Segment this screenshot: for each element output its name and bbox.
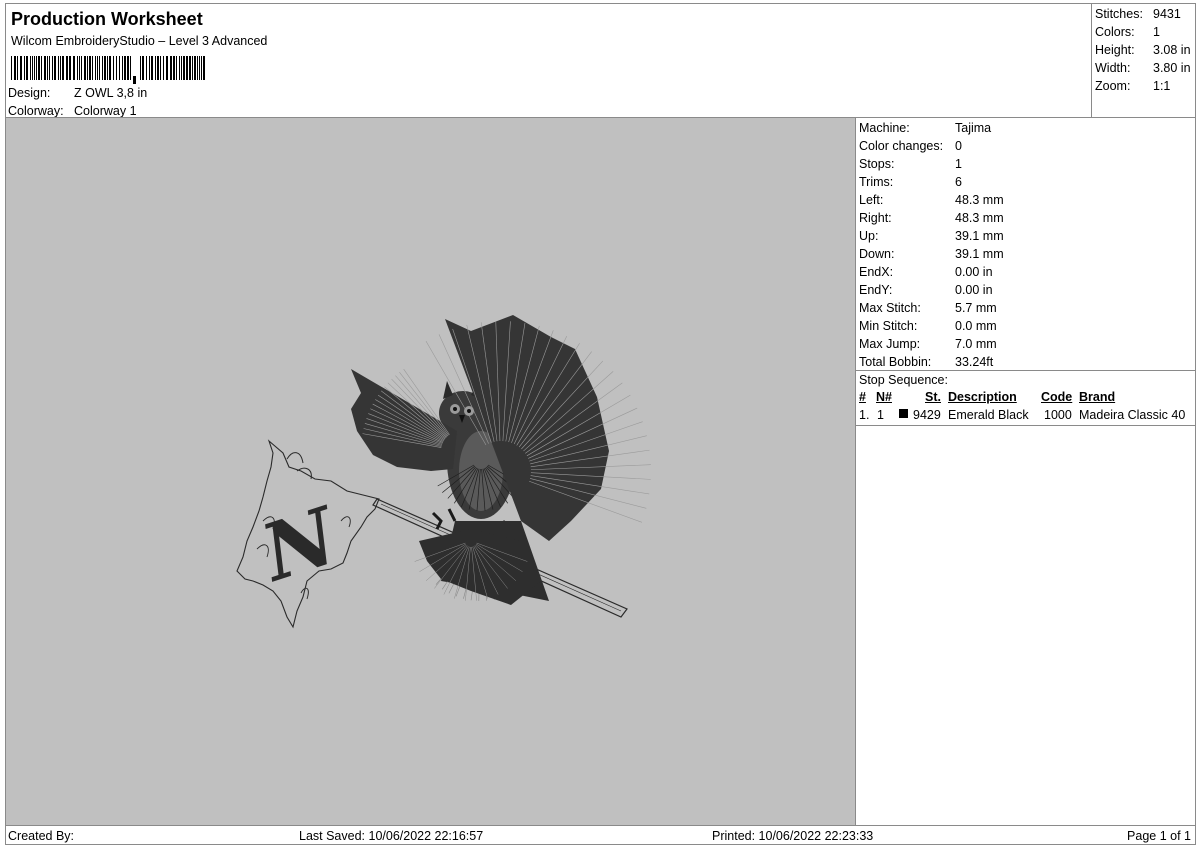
stitches-row: Stitches: 9431	[1095, 7, 1181, 21]
stop-sequence-divider	[856, 370, 1195, 371]
height-label: Height:	[1095, 43, 1135, 57]
worksheet-header: Production Worksheet Wilcom EmbroiderySt…	[5, 3, 1093, 118]
design-preview: N	[5, 117, 856, 826]
stitches-value: 9431	[1153, 7, 1181, 21]
table-bottom-divider	[856, 425, 1195, 426]
detail-row: Min Stitch: 0.0 mm	[859, 317, 997, 335]
width-label: Width:	[1095, 61, 1131, 75]
colors-value: 1	[1153, 25, 1160, 39]
detail-value: 0.00 in	[955, 283, 993, 297]
detail-value: 0	[955, 139, 962, 153]
detail-label: Min Stitch:	[859, 319, 918, 333]
stop-row-stitches: 9429	[913, 408, 941, 422]
zoom-label: Zoom:	[1095, 79, 1131, 93]
detail-row: Max Stitch: 5.7 mm	[859, 299, 997, 317]
page-number: Page 1 of 1	[1127, 829, 1191, 843]
detail-label: Machine:	[859, 121, 910, 135]
detail-row: Total Bobbin: 33.24ft	[859, 353, 993, 371]
design-value: Z OWL 3,8 in	[74, 86, 148, 100]
detail-label: Left:	[859, 193, 884, 207]
detail-value: 1	[955, 157, 962, 171]
detail-row: Stops: 1	[859, 155, 962, 173]
detail-value: 6	[955, 175, 962, 189]
height-row: Height: 3.08 in	[1095, 43, 1191, 57]
thread-color-swatch	[899, 409, 908, 418]
stitches-label: Stitches:	[1095, 7, 1143, 21]
design-label: Design:	[8, 86, 51, 100]
owl-flag-embroidery-design: N	[236, 315, 651, 629]
flag-monogram: N	[249, 490, 350, 600]
detail-row: Machine: Tajima	[859, 119, 991, 137]
colors-row: Colors: 1	[1095, 25, 1160, 39]
zoom-row: Zoom: 1:1	[1095, 79, 1170, 93]
col-header-st: St.	[925, 390, 941, 404]
page-title: Production Worksheet	[11, 9, 203, 29]
col-header-code: Code	[1041, 390, 1073, 404]
last-saved: Last Saved: 10/06/2022 22:16:57	[299, 829, 484, 843]
detail-label: EndY:	[859, 283, 893, 297]
col-header-description: Description	[948, 390, 1017, 404]
stop-row-brand: Madeira Classic 40	[1079, 408, 1186, 422]
software-subtitle: Wilcom EmbroideryStudio – Level 3 Advanc…	[11, 34, 268, 48]
detail-label: Trims:	[859, 175, 894, 189]
detail-row: Trims: 6	[859, 173, 962, 191]
detail-row: Down: 39.1 mm	[859, 245, 1004, 263]
detail-row: Up: 39.1 mm	[859, 227, 1004, 245]
summary-panel: Stitches: 9431 Colors: 1 Height: 3.08 in…	[1091, 3, 1196, 118]
detail-row: Right: 48.3 mm	[859, 209, 1004, 227]
detail-row: EndX: 0.00 in	[859, 263, 993, 281]
detail-value: 39.1 mm	[955, 247, 1004, 261]
colorway-row: Colorway: Colorway 1	[8, 104, 137, 118]
stop-row-code: 1000	[1044, 408, 1072, 422]
detail-row: Color changes: 0	[859, 137, 962, 155]
detail-label: Right:	[859, 211, 892, 225]
detail-label: Stops:	[859, 157, 895, 171]
stop-row-description: Emerald Black	[948, 408, 1029, 422]
detail-value: 0.0 mm	[955, 319, 997, 333]
barcode-image	[11, 56, 205, 84]
detail-label: Max Jump:	[859, 337, 921, 351]
detail-label: Down:	[859, 247, 895, 261]
stop-sequence-title: Stop Sequence:	[859, 373, 948, 387]
detail-value: 0.00 in	[955, 265, 993, 279]
colors-label: Colors:	[1095, 25, 1135, 39]
zoom-value: 1:1	[1153, 79, 1171, 93]
detail-label: Total Bobbin:	[859, 355, 932, 369]
machine-details-panel: Machine: Tajima Color changes: 0 Stops: 1 Trim…	[855, 117, 1196, 826]
height-value: 3.08 in	[1153, 43, 1191, 57]
created-by: Created By:	[8, 829, 75, 843]
width-row: Width: 3.80 in	[1095, 61, 1191, 75]
col-header-num: #	[859, 390, 866, 404]
detail-label: Max Stitch:	[859, 301, 921, 315]
col-header-n: N#	[876, 390, 892, 404]
detail-value: 7.0 mm	[955, 337, 997, 351]
stop-row-n: 1	[877, 408, 884, 422]
colorway-value: Colorway 1	[74, 104, 137, 118]
printed-date: Printed: 10/06/2022 22:23:33	[712, 829, 874, 843]
design-row: Design: Z OWL 3,8 in	[8, 86, 147, 100]
detail-row: Left: 48.3 mm	[859, 191, 1004, 209]
worksheet-footer: Created By: Last Saved: 10/06/2022 22:16…	[5, 825, 1196, 845]
detail-value: 48.3 mm	[955, 193, 1004, 207]
detail-value: Tajima	[955, 121, 992, 135]
width-value: 3.80 in	[1153, 61, 1191, 75]
detail-value: 33.24ft	[955, 355, 994, 369]
detail-label: Up:	[859, 229, 879, 243]
detail-value: 48.3 mm	[955, 211, 1004, 225]
detail-value: 39.1 mm	[955, 229, 1004, 243]
stop-row-num: 1.	[859, 408, 870, 422]
detail-row: Max Jump: 7.0 mm	[859, 335, 997, 353]
detail-value: 5.7 mm	[955, 301, 997, 315]
col-header-brand: Brand	[1079, 390, 1116, 404]
detail-row: EndY: 0.00 in	[859, 281, 993, 299]
detail-label: EndX:	[859, 265, 894, 279]
colorway-label: Colorway:	[8, 104, 64, 118]
detail-label: Color changes:	[859, 139, 944, 153]
